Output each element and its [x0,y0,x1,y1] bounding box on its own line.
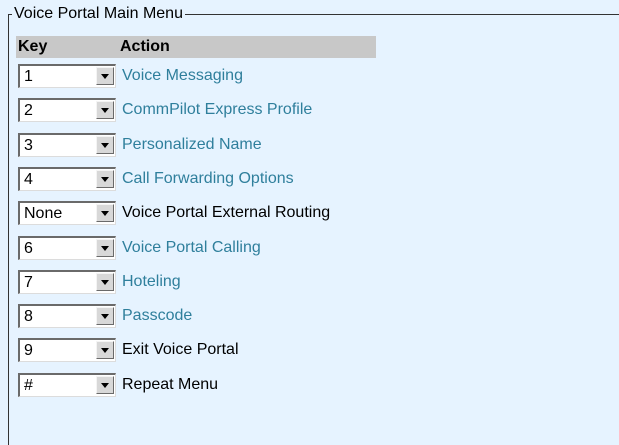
key-select-value: 9 [24,342,33,360]
action-label: Repeat Menu [122,375,219,393]
action-link[interactable]: Voice Portal Calling [122,238,261,258]
chevron-down-icon[interactable] [96,341,114,360]
menu-table-header: Key Action [16,36,376,58]
action-link[interactable]: Passcode [122,306,192,326]
menu-row: 9 Exit Voice Portal [18,334,618,368]
key-select[interactable]: 2 [18,98,116,123]
chevron-down-icon[interactable] [96,135,114,154]
menu-row: None Voice Portal External Routing [18,197,618,231]
key-select-value: 4 [24,170,33,188]
key-select[interactable]: 6 [18,235,116,260]
key-select[interactable]: 9 [18,338,116,363]
menu-row: # Repeat Menu [18,369,618,403]
action-link[interactable]: Call Forwarding Options [122,169,294,189]
key-select[interactable]: 3 [18,132,116,157]
action-link[interactable]: CommPilot Express Profile [122,100,312,120]
chevron-down-icon[interactable] [96,67,114,85]
voice-portal-menu-panel: Voice Portal Main Menu Key Action 1 Voice… [0,0,619,445]
key-select-value: 3 [24,136,33,154]
menu-row: 8 Passcode [18,300,618,334]
chevron-down-icon[interactable] [96,101,114,120]
key-select-value: 2 [24,102,33,120]
menu-row: 4 Call Forwarding Options [18,163,618,197]
key-select-value: # [24,376,33,394]
key-select[interactable]: 1 [18,64,116,88]
action-link[interactable]: Voice Messaging [122,66,243,86]
chevron-down-icon[interactable] [96,169,114,188]
chevron-down-icon[interactable] [96,204,114,223]
menu-row: 3 Personalized Name [18,129,618,163]
key-select-value: 8 [24,308,33,326]
menu-row: 6 Voice Portal Calling [18,232,618,266]
key-select-value: 7 [24,273,33,291]
action-label: Exit Voice Portal [122,341,239,359]
chevron-down-icon[interactable] [96,307,114,326]
key-select-value: 6 [24,239,33,257]
action-label: Voice Portal External Routing [122,204,331,222]
key-select[interactable]: 7 [18,269,116,294]
key-select[interactable]: 4 [18,166,116,191]
header-action: Action [120,38,170,55]
menu-title: Voice Portal Main Menu [12,4,185,24]
action-link[interactable]: Personalized Name [122,135,262,155]
action-link[interactable]: Hoteling [122,272,181,292]
key-select[interactable]: None [18,201,116,226]
header-key: Key [18,38,48,55]
fieldset-border-left [8,14,9,445]
menu-row: 2 CommPilot Express Profile [18,94,618,128]
chevron-down-icon[interactable] [96,375,114,394]
key-select-value: None [24,205,63,223]
key-select[interactable]: 8 [18,304,116,329]
menu-row: 1 Voice Messaging [18,60,618,94]
chevron-down-icon[interactable] [96,238,114,257]
chevron-down-icon[interactable] [96,272,114,291]
key-select-value: 1 [24,68,33,85]
menu-row: 7 Hoteling [18,266,618,300]
key-select[interactable]: # [18,372,116,397]
